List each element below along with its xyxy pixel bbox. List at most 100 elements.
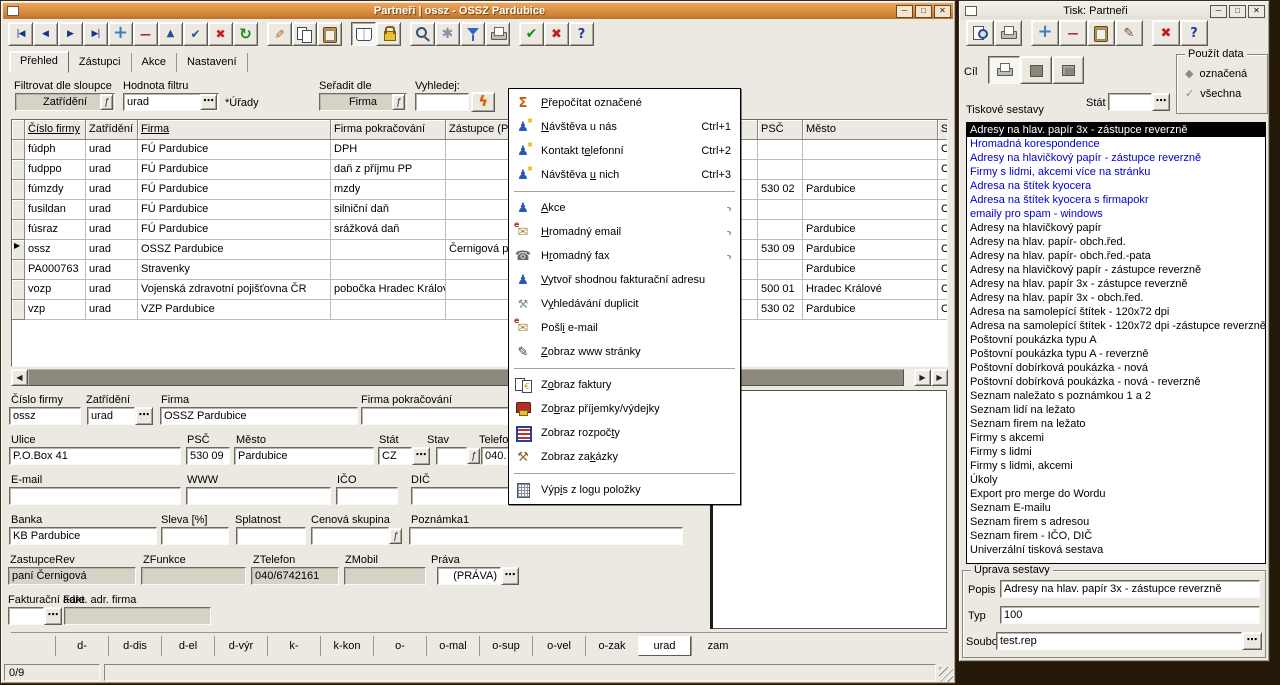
state-ellipsis-button[interactable] xyxy=(1152,93,1170,111)
cell-firma[interactable]: FÚ Pardubice xyxy=(138,200,331,220)
report-item[interactable]: Export pro merge do Wordu xyxy=(967,487,1265,501)
report-item[interactable]: Adresy na hlavičkový papír - zástupce re… xyxy=(967,151,1265,165)
toolbar-button[interactable] xyxy=(1152,20,1180,46)
row-selector-cell[interactable]: ▶ xyxy=(12,180,25,200)
toolbar-button[interactable] xyxy=(519,22,544,46)
cell-firma[interactable]: VZP Pardubice xyxy=(138,300,331,320)
menu-item[interactable]: Návštěva u nich Ctrl+3 xyxy=(510,163,739,187)
cell-psc[interactable] xyxy=(758,200,803,220)
cell-mesto[interactable]: Pardubice xyxy=(803,260,938,280)
toolbar-button[interactable] xyxy=(966,20,994,46)
cell-zatrideni[interactable]: urad xyxy=(86,240,138,260)
report-item[interactable]: Seznam lidí na ležato xyxy=(967,403,1265,417)
soubor-ellipsis-button[interactable] xyxy=(1242,632,1262,650)
toolbar-button[interactable] xyxy=(292,22,317,46)
table-row[interactable]: ▶ ossz urad OSSZ Pardubice Černigová pa … xyxy=(12,240,947,260)
cell-stat[interactable]: C xyxy=(938,160,948,180)
cell-zatrideni[interactable]: urad xyxy=(86,280,138,300)
stav-dropdown-icon[interactable] xyxy=(467,448,480,464)
maximize-icon[interactable]: □ xyxy=(1229,5,1246,18)
report-item[interactable]: Hromadná korespondence xyxy=(967,137,1265,151)
table-row[interactable]: ▶ fusildan urad FÚ Pardubice silniční da… xyxy=(12,200,947,220)
toolbar-button[interactable] xyxy=(133,22,158,46)
cell-cislo-firmy[interactable]: fudppo xyxy=(25,160,86,180)
state-field[interactable] xyxy=(1108,93,1152,111)
stat-ellipsis-button[interactable] xyxy=(412,447,430,465)
cell-firma[interactable]: FÚ Pardubice xyxy=(138,140,331,160)
column-header[interactable]: Město xyxy=(803,120,938,140)
table-row[interactable]: ▶ vzp urad VZP Pardubice 530 02 Pardubic… xyxy=(12,300,947,320)
cell-firma-pokracovani[interactable]: pobočka Hradec Králové xyxy=(331,280,446,300)
row-selector-cell[interactable]: ▶ xyxy=(12,160,25,180)
cell-psc[interactable]: 530 02 xyxy=(758,300,803,320)
toolbar-button[interactable] xyxy=(994,20,1022,46)
cell-zatrideni[interactable]: urad xyxy=(86,140,138,160)
target-button[interactable] xyxy=(988,56,1020,84)
cell-cislo-firmy[interactable]: fúsraz xyxy=(25,220,86,240)
cell-cislo-firmy[interactable]: vozp xyxy=(25,280,86,300)
menu-item[interactable]: Pošli e-mail xyxy=(510,316,739,340)
table-row[interactable]: ▶ fúmzdy urad FÚ Pardubice mzdy 530 02 P… xyxy=(12,180,947,200)
menu-item[interactable]: Zobraz příjemky/výdejky xyxy=(510,397,739,421)
bottom-tab[interactable]: d-dis xyxy=(108,636,161,656)
column-header[interactable]: PSČ xyxy=(758,120,803,140)
menu-item[interactable]: Vytvoř shodnou fakturační adresu xyxy=(510,268,739,292)
report-item[interactable]: Poštovní poukázka typu A xyxy=(967,333,1265,347)
menu-item[interactable]: Kontakt telefonní Ctrl+2 xyxy=(510,139,739,163)
cell-zatrideni[interactable]: urad xyxy=(86,160,138,180)
report-item[interactable]: Adresa na samolepící štítek - 120x72 dpi… xyxy=(967,319,1265,333)
popis-field[interactable]: Adresy na hlav. papír 3x - zástupce reve… xyxy=(1000,580,1260,598)
report-item[interactable]: Univerzální tisková sestava xyxy=(967,543,1265,557)
splatnost-field[interactable] xyxy=(236,527,306,545)
cell-psc[interactable] xyxy=(758,220,803,240)
bottom-tab[interactable]: zam xyxy=(691,636,744,656)
menu-item[interactable]: Vyhledávání duplicit xyxy=(510,292,739,316)
column-header[interactable]: Firma xyxy=(138,120,331,140)
poznamka-field[interactable] xyxy=(409,527,683,545)
bottom-tab[interactable]: urad xyxy=(638,636,691,656)
typ-field[interactable]: 100 xyxy=(1000,606,1260,624)
bottom-tab[interactable]: k-kon xyxy=(320,636,373,656)
use-data-marked-option[interactable]: ◆označená xyxy=(1185,67,1247,80)
row-selector-cell[interactable]: ▶ xyxy=(12,280,25,300)
cell-stat[interactable]: C xyxy=(938,200,948,220)
cell-psc[interactable]: 530 09 xyxy=(758,240,803,260)
menu-item[interactable]: Zobraz faktury xyxy=(510,373,739,397)
cell-firma-pokracovani[interactable] xyxy=(331,300,446,320)
cell-stat[interactable]: C xyxy=(938,280,948,300)
cell-zatrideni[interactable]: urad xyxy=(86,220,138,240)
bottom-tab[interactable]: o- xyxy=(373,636,426,656)
zatrideni-field[interactable]: urad xyxy=(87,407,135,425)
bottom-tab[interactable]: k- xyxy=(267,636,320,656)
scroll-left-icon[interactable]: ◀ xyxy=(11,369,28,386)
row-selector-cell[interactable]: ▶ xyxy=(12,200,25,220)
toolbar-button[interactable] xyxy=(83,22,108,46)
menu-item[interactable]: Přepočítat označené xyxy=(510,91,739,115)
toolbar-button[interactable] xyxy=(233,22,258,46)
toolbar-button[interactable] xyxy=(317,22,342,46)
menu-item[interactable]: Hromadný email xyxy=(510,220,739,244)
cislo-firmy-field[interactable]: ossz xyxy=(9,407,81,425)
cell-mesto[interactable] xyxy=(803,200,938,220)
toolbar-button[interactable] xyxy=(569,22,594,46)
cell-psc[interactable]: 530 02 xyxy=(758,180,803,200)
report-item[interactable]: Firmy s lidmi, akcemi xyxy=(967,459,1265,473)
filter-value-ellipsis-button[interactable] xyxy=(200,94,217,110)
report-item[interactable]: Seznam firem na ležato xyxy=(967,417,1265,431)
print-titlebar[interactable]: Tisk: Partneři ─ □ ✕ xyxy=(961,3,1267,19)
cell-firma-pokracovani[interactable]: daň z příjmu PP xyxy=(331,160,446,180)
row-selector-cell[interactable]: ▶ xyxy=(12,240,25,260)
search-input[interactable] xyxy=(415,93,469,111)
report-item[interactable]: emaily pro spam - windows xyxy=(967,207,1265,221)
toolbar-button[interactable] xyxy=(1031,20,1059,46)
report-item[interactable]: Adresa na štítek kyocera s firmapokr xyxy=(967,193,1265,207)
prava-field[interactable]: (PRÁVA) xyxy=(437,567,501,585)
cell-mesto[interactable]: Pardubice xyxy=(803,220,938,240)
toolbar-button[interactable] xyxy=(108,22,133,46)
maximize-icon[interactable]: □ xyxy=(915,5,932,18)
cell-mesto[interactable]: Pardubice xyxy=(803,240,938,260)
cell-stat[interactable]: C xyxy=(938,140,948,160)
scrollbar-thumb[interactable] xyxy=(28,369,904,386)
cell-psc[interactable]: 500 01 xyxy=(758,280,803,300)
cell-stat[interactable]: C xyxy=(938,300,948,320)
